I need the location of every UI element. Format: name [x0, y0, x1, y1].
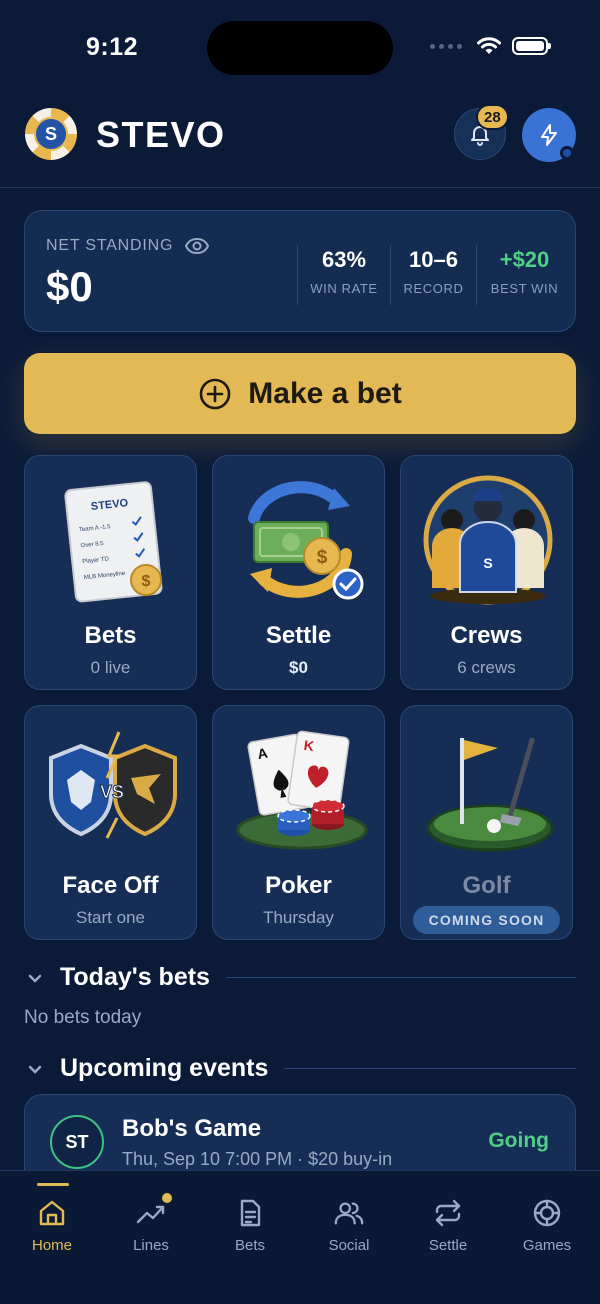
divider [225, 977, 576, 978]
status-bar: 9:12 [0, 0, 600, 96]
tile-title: Settle [265, 622, 332, 649]
app-header: S STEVO 28 [0, 100, 600, 188]
swap-arrows-icon [435, 1199, 461, 1227]
todays-bets-header[interactable]: Today's bets [24, 963, 576, 992]
divider [284, 1068, 576, 1069]
make-bet-label: Make a bet [248, 376, 402, 410]
make-bet-button[interactable]: Make a bet [24, 353, 576, 434]
bet-slip-icon: STEVO Team A -1.5 Over 8.5 Player TD MLB… [25, 468, 196, 608]
net-standing-label: NET STANDING [46, 237, 210, 255]
tile-bets[interactable]: STEVO Team A -1.5 Over 8.5 Player TD MLB… [24, 455, 197, 690]
status-dot [560, 146, 574, 160]
tab-home[interactable]: Home [2, 1171, 102, 1271]
lightning-icon [541, 124, 557, 146]
home-icon [39, 1200, 65, 1226]
logo-icon: S [25, 108, 77, 160]
tab-label: Home [31, 1237, 72, 1254]
upcoming-events-header[interactable]: Upcoming events [24, 1054, 576, 1083]
stat-win-rate: 63% WIN RATE [297, 245, 390, 305]
notification-count-badge: 28 [476, 104, 509, 130]
stat-best-win: +$20 BEST WIN [476, 245, 572, 305]
tab-label: Bets [234, 1237, 265, 1254]
event-title: Bob's Game [122, 1115, 262, 1142]
rsvp-status[interactable]: Going [488, 1129, 549, 1153]
poker-chip-icon [533, 1199, 561, 1227]
section-title: Upcoming events [60, 1054, 269, 1082]
tile-subtitle: Start one [76, 908, 145, 927]
avatar: ST [50, 1115, 104, 1169]
stat-record: 10–6 RECORD [390, 245, 476, 305]
battery-icon [512, 37, 551, 55]
net-standing-card: NET STANDING $0 63% WIN RATE 10–6 RECORD… [24, 210, 576, 332]
tab-label: Settle [428, 1237, 468, 1254]
trending-up-icon [136, 1205, 165, 1224]
settle-money-icon: $ [213, 468, 384, 608]
document-icon [240, 1199, 261, 1227]
versus-shields-icon: VS [25, 718, 196, 858]
tile-settle[interactable]: $ Settle $0 [212, 455, 385, 690]
tab-bets[interactable]: Bets [200, 1171, 300, 1271]
people-icon [334, 1202, 364, 1225]
wifi-icon [477, 37, 501, 54]
svg-text:VS: VS [99, 782, 123, 802]
coming-soon-badge: COMING SOON [413, 906, 560, 934]
tab-label: Games [522, 1237, 572, 1254]
tile-subtitle: 6 crews [457, 658, 516, 677]
tile-subtitle: 0 live [90, 658, 131, 677]
tab-games[interactable]: Games [497, 1171, 597, 1271]
crew-group-icon: S [401, 468, 572, 608]
tile-subtitle: Thursday [263, 908, 334, 927]
tile-title: Face Off [62, 872, 159, 899]
net-standing-value: $0 [46, 263, 93, 310]
svg-text:S: S [483, 555, 492, 571]
bottom-tab-bar: Home Lines Bets Social Settle Games [0, 1170, 600, 1304]
svg-text:$: $ [141, 573, 150, 590]
cellular-signal-icon [430, 43, 462, 49]
chevron-down-icon [28, 1065, 42, 1074]
tile-subtitle: $0 [289, 658, 308, 677]
tile-crews[interactable]: S Crews 6 crews [400, 455, 573, 690]
tile-title: Bets [84, 622, 137, 649]
chevron-down-icon [28, 974, 42, 983]
svg-text:$: $ [316, 547, 327, 568]
brand-title: STEVO [96, 114, 226, 155]
tab-settle[interactable]: Settle [398, 1171, 498, 1271]
tile-title: Golf [462, 872, 511, 899]
tile-golf[interactable]: Golf COMING SOON [400, 705, 573, 940]
dynamic-island [207, 21, 393, 75]
tile-title: Poker [265, 872, 332, 899]
section-title: Today's bets [60, 963, 210, 991]
tab-social[interactable]: Social [299, 1171, 399, 1271]
tile-poker[interactable]: A K Poker Thursday [212, 705, 385, 940]
empty-state-text: No bets today [24, 1007, 142, 1028]
tab-label: Social [328, 1237, 370, 1254]
eye-icon[interactable] [185, 238, 210, 254]
poker-cards-icon: A K [213, 718, 384, 858]
tab-label: Lines [133, 1237, 169, 1254]
tile-title: Crews [450, 622, 523, 649]
plus-circle-icon [199, 378, 231, 409]
status-icons [430, 36, 551, 56]
event-details: Thu, Sep 10 7:00 PM · $20 buy-in [122, 1149, 393, 1169]
notification-dot [162, 1193, 172, 1203]
tab-lines[interactable]: Lines [101, 1171, 201, 1271]
status-time: 9:12 [86, 33, 139, 61]
golf-flag-icon [401, 718, 572, 858]
tile-face-off[interactable]: VS Face Off Start one [24, 705, 197, 940]
